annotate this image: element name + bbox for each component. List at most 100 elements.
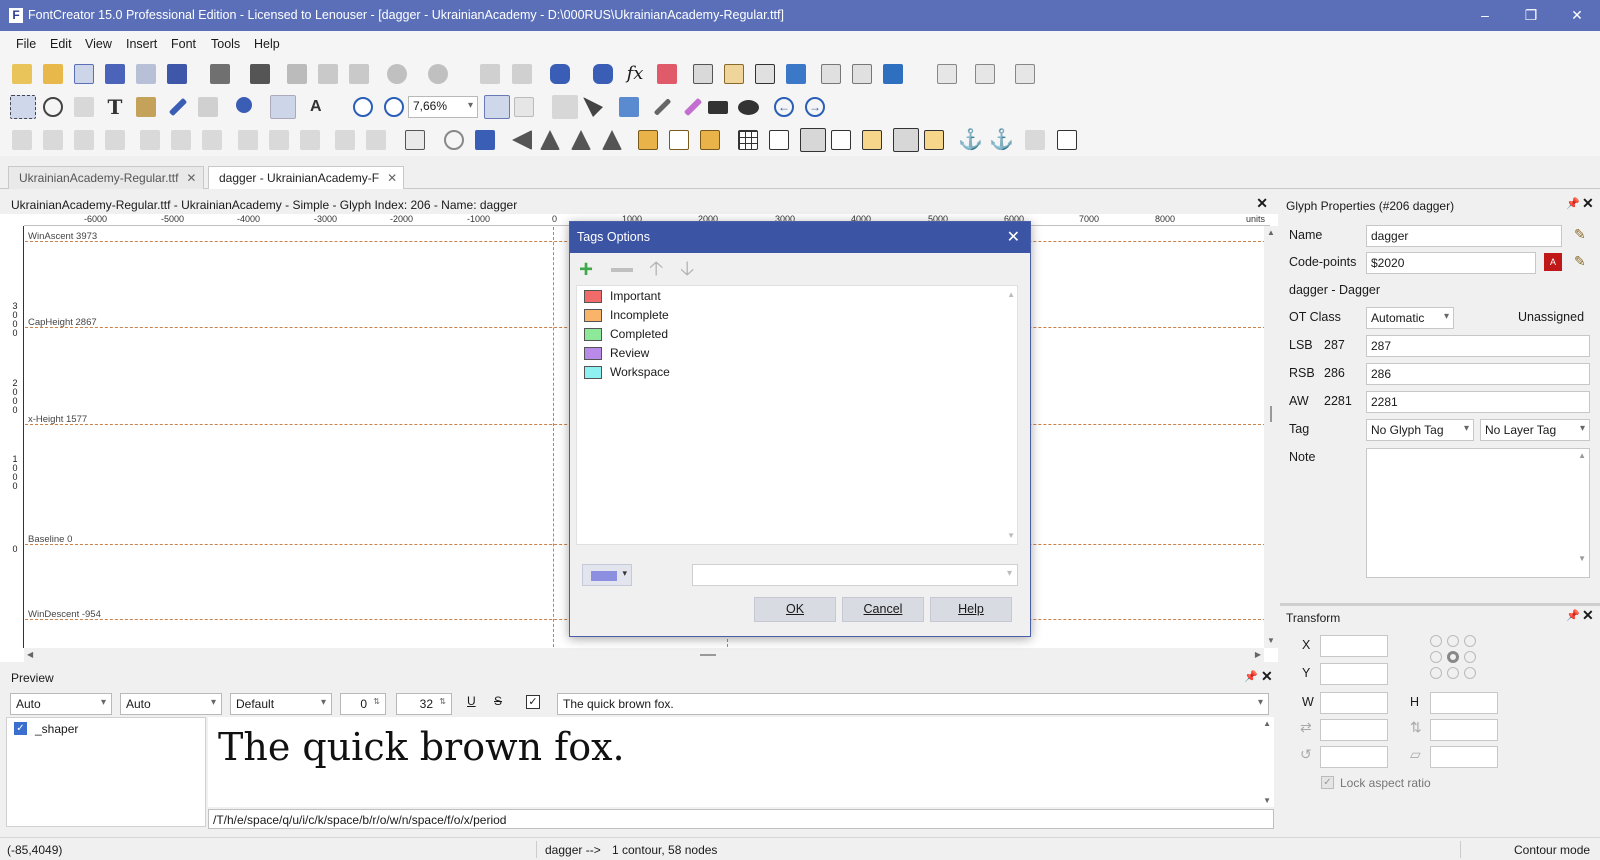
close-icon[interactable]: ✕ <box>1256 195 1268 212</box>
properties-icon[interactable] <box>693 64 713 84</box>
horizontal-scrollbar[interactable]: ◀ ▶ <box>24 648 1264 662</box>
grid-2-icon[interactable] <box>769 130 789 150</box>
tab-glyph[interactable]: dagger - UkrainianAcademy-F ✕ <box>208 166 404 189</box>
validate-icon[interactable] <box>786 64 806 84</box>
metrics-icon[interactable] <box>724 64 744 84</box>
rotate-icon[interactable] <box>444 130 464 150</box>
next-glyph-icon[interactable]: → <box>805 97 825 117</box>
close-icon[interactable]: ✕ <box>1261 668 1273 685</box>
scroll-up-icon[interactable]: ▲ <box>1578 451 1586 460</box>
ellipse-icon[interactable] <box>738 100 759 115</box>
text-tool-icon[interactable] <box>755 64 775 84</box>
scroll-up-icon[interactable]: ▲ <box>1267 228 1275 237</box>
zoom-glyph-icon[interactable] <box>514 97 534 117</box>
cancel-button[interactable]: Cancel <box>842 597 924 622</box>
node-tool-icon[interactable] <box>583 97 603 117</box>
skew-field[interactable] <box>1430 746 1498 768</box>
add-tag-icon[interactable]: + <box>579 258 593 282</box>
hand-icon[interactable] <box>74 97 94 117</box>
unlink-icon[interactable] <box>593 64 613 84</box>
origin-picker[interactable] <box>1430 635 1480 685</box>
tag-item-important[interactable]: Important <box>584 287 661 305</box>
menu-file[interactable]: File <box>16 37 36 51</box>
knife-icon[interactable] <box>198 97 218 117</box>
intersect-icon[interactable] <box>669 130 689 150</box>
preview-checkbox[interactable]: ✓ <box>526 695 540 709</box>
tag-item-completed[interactable]: Completed <box>584 325 668 343</box>
edit-codepoints-icon[interactable]: ✎ <box>1574 253 1586 270</box>
menu-view[interactable]: View <box>85 37 112 51</box>
mirror-icon[interactable] <box>540 130 560 150</box>
tag-item-workspace[interactable]: Workspace <box>584 363 670 381</box>
copy-icon[interactable] <box>318 64 338 84</box>
save-icon[interactable] <box>105 64 125 84</box>
origin-dot[interactable] <box>1430 635 1442 647</box>
menu-help[interactable]: Help <box>254 37 280 51</box>
menu-font[interactable]: Font <box>171 37 196 51</box>
glyph-box-icon[interactable] <box>405 130 425 150</box>
skew-icon[interactable] <box>602 130 622 150</box>
report-icon[interactable] <box>1015 64 1035 84</box>
strikethrough-button[interactable]: S <box>494 694 502 708</box>
distribute-icon[interactable] <box>202 130 222 150</box>
print-icon[interactable] <box>210 64 230 84</box>
tag-item-incomplete[interactable]: Incomplete <box>584 306 669 324</box>
scroll-down-icon[interactable]: ▼ <box>1267 636 1275 645</box>
scroll-down-icon[interactable]: ▼ <box>1578 554 1586 563</box>
origin-dot[interactable] <box>1430 651 1442 663</box>
link-icon[interactable] <box>550 64 570 84</box>
text-options-icon[interactable]: A <box>310 97 330 117</box>
stepper-icon[interactable]: ⇅ <box>373 697 380 706</box>
grid-lock-2-icon[interactable] <box>924 130 944 150</box>
lock-aspect-checkbox[interactable]: ✓ <box>1321 776 1334 789</box>
find-icon[interactable] <box>250 64 270 84</box>
origin-dot[interactable] <box>1447 635 1459 647</box>
save-all-icon[interactable] <box>136 64 156 84</box>
pin-icon[interactable]: 📌 <box>1244 670 1258 683</box>
save-as-icon[interactable] <box>167 64 187 84</box>
lsb-field[interactable]: 287 <box>1366 335 1590 357</box>
minimize-icon[interactable]: – <box>1462 0 1508 31</box>
mirror-v-icon[interactable] <box>571 130 591 150</box>
draw-icon[interactable] <box>653 98 672 116</box>
layer-tag-select[interactable]: No Layer Tag ▾ <box>1480 419 1590 441</box>
node-path-icon[interactable] <box>1025 130 1045 150</box>
restore-icon[interactable]: ❐ <box>1508 0 1554 31</box>
flip-left-icon[interactable] <box>512 130 532 150</box>
align-top-icon[interactable] <box>105 130 125 150</box>
scroll-thumb[interactable] <box>700 654 716 656</box>
test-2-icon[interactable] <box>852 64 872 84</box>
script-select[interactable]: Auto ▾ <box>10 693 112 715</box>
formula-icon[interactable]: fx <box>625 64 645 84</box>
union-icon[interactable] <box>638 130 658 150</box>
menu-edit[interactable]: Edit <box>50 37 72 51</box>
close-icon[interactable]: ✕ <box>1582 607 1594 624</box>
origin-dot-selected[interactable] <box>1447 651 1459 663</box>
scroll-up-icon[interactable]: ▲ <box>1007 290 1015 299</box>
component-icon[interactable] <box>1057 130 1077 150</box>
test-icon[interactable] <box>821 64 841 84</box>
zoom-tool-icon[interactable] <box>236 97 252 113</box>
aw-field[interactable]: 2281 <box>1366 391 1590 413</box>
align-right-icon[interactable] <box>74 130 94 150</box>
fit-icon[interactable] <box>484 95 510 119</box>
codepoints-field[interactable]: $2020 <box>1366 252 1536 274</box>
menu-insert[interactable]: Insert <box>126 37 157 51</box>
glyph-sequence-input[interactable]: /T/h/e/space/q/u/i/c/k/space/b/r/o/w/n/s… <box>208 809 1274 829</box>
open-icon[interactable] <box>43 64 63 84</box>
scroll-up-icon[interactable]: ▲ <box>1263 719 1271 728</box>
zoom-out-icon[interactable] <box>384 97 404 117</box>
scale-h-field[interactable] <box>1320 719 1388 741</box>
center-v-icon[interactable] <box>366 130 386 150</box>
distribute-h-icon[interactable] <box>140 130 160 150</box>
align-bottom-icon[interactable] <box>238 130 258 150</box>
x-field[interactable] <box>1320 635 1388 657</box>
scroll-down-icon[interactable]: ▼ <box>1007 531 1015 540</box>
scroll-thumb[interactable] <box>1270 406 1272 422</box>
note-textarea[interactable]: ▲ ▼ <box>1366 448 1590 578</box>
shaper-checkbox[interactable]: ✓ <box>14 722 27 735</box>
highlight-icon[interactable] <box>683 97 703 117</box>
move-down-icon[interactable]: 🡣 <box>680 258 694 280</box>
features-select[interactable]: Default ▾ <box>230 693 332 715</box>
zoom-select[interactable]: 7,66% ▾ <box>408 96 478 118</box>
